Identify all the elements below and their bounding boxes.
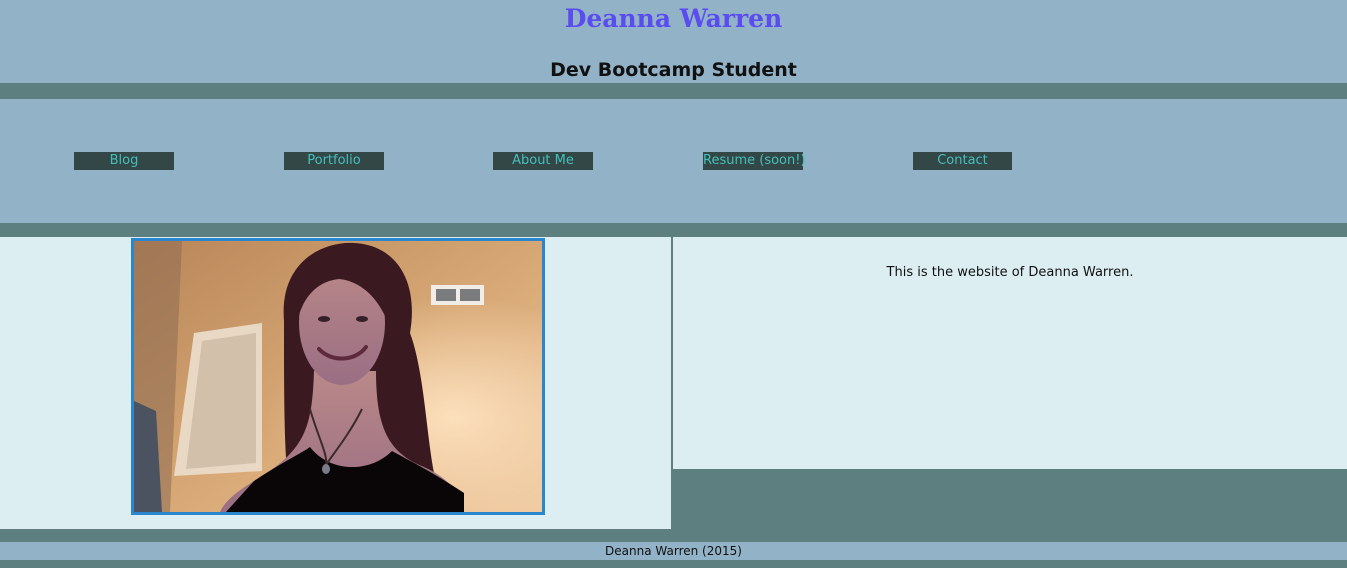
nav-link-portfolio[interactable]: Portfolio (284, 152, 384, 170)
profile-photo (131, 238, 545, 515)
site-title: Deanna Warren (564, 4, 783, 33)
site-footer: Deanna Warren (2015) (0, 542, 1347, 560)
site-subtitle: Dev Bootcamp Student (550, 59, 797, 81)
nav-link-about-me[interactable]: About Me (493, 152, 593, 170)
photo-panel (0, 237, 671, 529)
nav-link-blog[interactable]: Blog (74, 152, 174, 170)
intro-text: This is the website of Deanna Warren. (886, 265, 1134, 280)
site-header: Deanna Warren Dev Bootcamp Student (0, 0, 1347, 83)
intro-panel: This is the website of Deanna Warren. (673, 237, 1347, 469)
nav-link-contact[interactable]: Contact (913, 152, 1012, 170)
nav-link-resume[interactable]: Resume (soon!) (703, 152, 806, 170)
main-nav: Blog Portfolio About Me Resume (soon!) C… (0, 99, 1347, 223)
profile-photo-image (134, 241, 542, 512)
